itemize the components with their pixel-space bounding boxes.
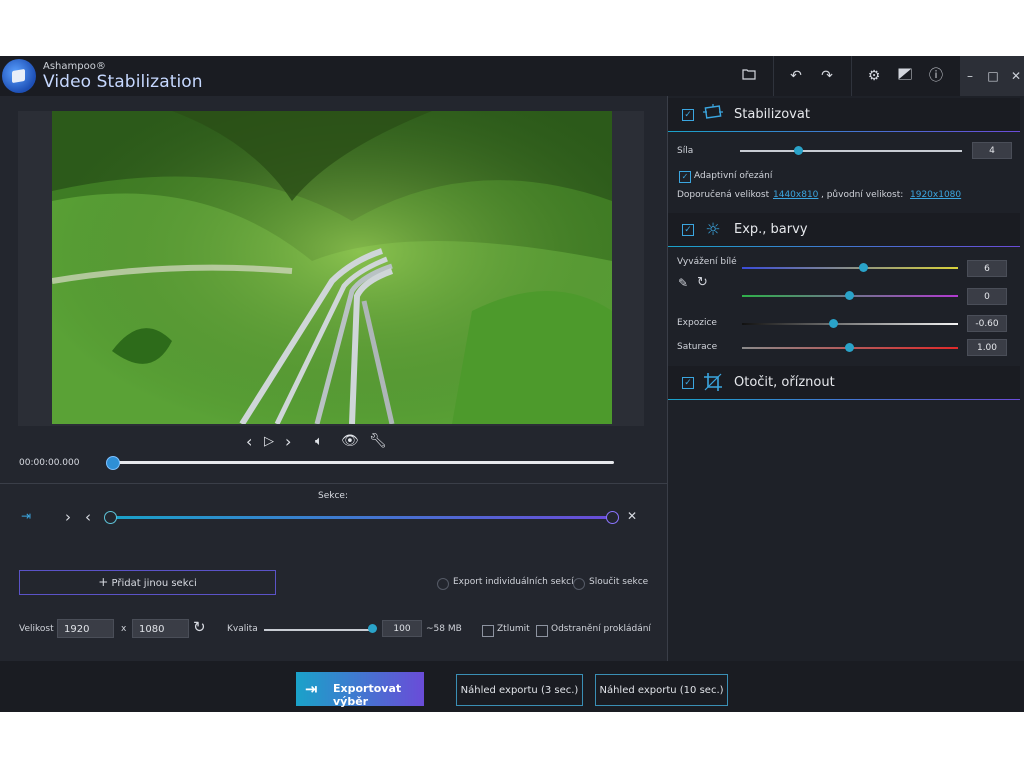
rotate-checkbox[interactable]: ✓ <box>682 377 694 389</box>
image-icon[interactable] <box>895 66 915 86</box>
exposure-section-header[interactable]: ✓ ☼ Exp., barvy <box>668 213 1020 247</box>
quality-slider-handle[interactable] <box>368 624 377 633</box>
deinterlace-label: Odstranění prokládání <box>551 624 651 634</box>
merge-sections-radio[interactable] <box>573 578 585 590</box>
sun-icon: ☼ <box>705 220 721 240</box>
rotate-section-header[interactable]: ✓ Otočit, oříznout <box>668 366 1020 400</box>
folder-icon[interactable] <box>739 66 759 86</box>
section-next-icon[interactable]: › <box>65 508 71 526</box>
stabilize-icon <box>702 104 724 126</box>
rotate-title: Otočit, oříznout <box>734 375 835 390</box>
eye-icon[interactable]: 👁︎ <box>341 433 359 449</box>
wb-temperature-handle[interactable] <box>859 263 868 272</box>
eyedropper-icon[interactable]: ✎ <box>678 276 688 290</box>
height-input[interactable]: 1080 <box>132 619 189 638</box>
settings-icon[interactable]: ⚙ <box>864 66 884 86</box>
video-preview[interactable] <box>52 111 612 424</box>
saturation-handle[interactable] <box>845 343 854 352</box>
undo-icon[interactable]: ↶ <box>786 66 806 86</box>
settings-panel: ✓ Stabilizovat Síla 4 ✓ Adaptivní ořezán… <box>668 96 1024 661</box>
quality-input[interactable]: 100 <box>382 620 422 637</box>
app-logo-icon <box>2 59 36 93</box>
section-range[interactable] <box>110 516 613 519</box>
sections-label: Sekce: <box>318 491 348 501</box>
mute-label: Ztlumit <box>497 624 530 634</box>
size-label: Velikost <box>19 624 54 634</box>
reset-size-icon[interactable]: ↻ <box>193 618 206 636</box>
adaptive-crop-label: Adaptivní ořezání <box>694 171 773 181</box>
mute-checkbox[interactable] <box>482 625 494 637</box>
app-window: Ashampoo® Video Stabilization ↶ ↷ ⚙ ⓘ – … <box>0 56 1024 712</box>
wrench-icon[interactable]: 🔧︎ <box>369 433 387 449</box>
title-bar: Ashampoo® Video Stabilization ↶ ↷ ⚙ ⓘ – … <box>0 56 1024 96</box>
reset-wb-icon[interactable]: ↻ <box>697 275 708 290</box>
strength-label: Síla <box>677 146 694 156</box>
wb-tint-value[interactable]: 0 <box>967 288 1007 305</box>
video-area <box>18 111 644 426</box>
stabilize-title: Stabilizovat <box>734 107 810 122</box>
merge-sections-label: Sloučit sekce <box>589 577 649 587</box>
plus-icon: + <box>98 575 109 589</box>
export-selection-button[interactable]: ⇥ Exportovat výběr <box>296 672 424 708</box>
saturation-label: Saturace <box>677 342 718 352</box>
next-icon[interactable]: › <box>285 432 291 451</box>
preview-10s-button[interactable]: Náhled exportu (10 sec.) <box>595 674 728 706</box>
white-balance-label: Vyvážení bílé <box>677 257 737 267</box>
redo-icon[interactable]: ↷ <box>817 66 837 86</box>
export-individual-radio[interactable] <box>437 578 449 590</box>
close-button[interactable]: ✕ <box>1006 66 1024 86</box>
section-prev-icon[interactable]: ‹ <box>85 508 91 526</box>
app-title: Video Stabilization <box>43 72 203 92</box>
info-icon[interactable]: ⓘ <box>926 66 946 86</box>
add-section-button[interactable]: + Přidat jinou sekci <box>19 570 276 595</box>
section-delete-icon[interactable]: ✕ <box>627 509 637 523</box>
recommended-size-label: Doporučená velikost <box>677 190 770 200</box>
size-x-label: x <box>121 624 127 634</box>
exposure-value[interactable]: -0.60 <box>967 315 1007 332</box>
exposure-slider[interactable] <box>742 323 958 325</box>
original-size-label: , původní velikost: <box>821 190 904 200</box>
section-end-handle[interactable] <box>606 511 619 524</box>
exposure-label: Expozice <box>677 318 717 328</box>
wb-tint-handle[interactable] <box>845 291 854 300</box>
strength-slider-handle[interactable] <box>794 146 803 155</box>
export-selection-label: Exportovat výběr <box>333 682 402 708</box>
time-display: 00:00:00.000 <box>19 458 80 468</box>
stabilize-section-header[interactable]: ✓ Stabilizovat <box>668 98 1020 132</box>
size-estimate: ~58 MB <box>426 624 462 634</box>
maximize-button[interactable]: □ <box>983 66 1003 86</box>
preview-3s-button[interactable]: Náhled exportu (3 sec.) <box>456 674 583 706</box>
brand-label: Ashampoo® <box>43 61 106 72</box>
width-input[interactable]: 1920 <box>57 619 114 638</box>
deinterlace-checkbox[interactable] <box>536 625 548 637</box>
stabilize-checkbox[interactable]: ✓ <box>682 109 694 121</box>
prev-icon[interactable]: ‹ <box>246 432 252 451</box>
strength-slider[interactable] <box>740 150 962 152</box>
recommended-size-link[interactable]: 1440x810 <box>773 190 818 200</box>
crop-icon <box>702 372 724 394</box>
add-section-label: Přidat jinou sekci <box>111 578 197 589</box>
export-icon: ⇥ <box>305 680 318 698</box>
adaptive-crop-checkbox[interactable]: ✓ <box>679 171 691 183</box>
wb-temperature-value[interactable]: 6 <box>967 260 1007 277</box>
section-export-icon[interactable]: ⇥ <box>21 509 31 523</box>
exposure-checkbox[interactable]: ✓ <box>682 224 694 236</box>
timeline-track[interactable] <box>112 461 614 464</box>
export-individual-label: Export individuálních sekcí <box>453 577 574 587</box>
quality-label: Kvalita <box>227 624 258 634</box>
wb-temperature-slider[interactable] <box>742 267 958 269</box>
saturation-value[interactable]: 1.00 <box>967 339 1007 356</box>
timeline-handle[interactable] <box>106 456 120 470</box>
window-controls: – □ ✕ <box>960 56 1024 96</box>
exposure-title: Exp., barvy <box>734 222 808 237</box>
section-start-handle[interactable] <box>104 511 117 524</box>
quality-slider[interactable] <box>264 629 372 631</box>
minimize-button[interactable]: – <box>960 66 980 86</box>
original-size-link[interactable]: 1920x1080 <box>910 190 961 200</box>
strength-value[interactable]: 4 <box>972 142 1012 159</box>
exposure-handle[interactable] <box>829 319 838 328</box>
volume-icon[interactable]: 🔈︎ <box>315 434 323 449</box>
play-icon[interactable]: ▷ <box>264 434 274 449</box>
